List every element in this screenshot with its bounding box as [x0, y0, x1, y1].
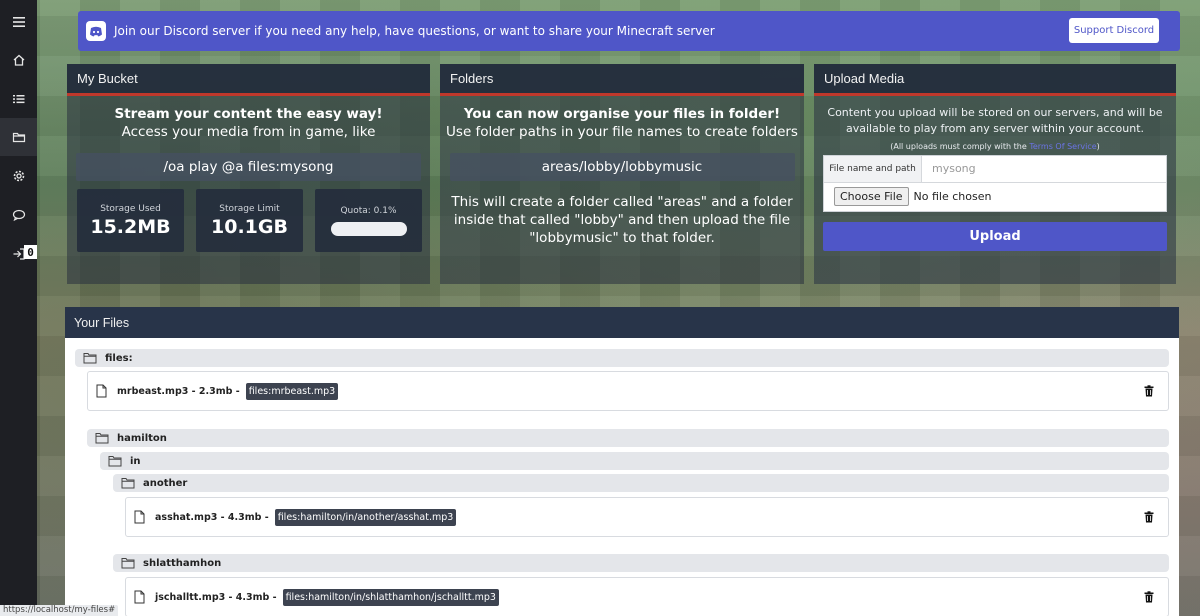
choose-file-button[interactable]: Choose File	[834, 187, 909, 207]
terms-of-service-link[interactable]: Terms Of Service	[1029, 142, 1096, 151]
folder-label: shlatthamhon	[143, 557, 222, 569]
file-icon	[134, 510, 145, 524]
home-icon[interactable]	[0, 41, 37, 79]
file-icon	[134, 590, 145, 604]
trash-icon[interactable]	[1144, 511, 1154, 523]
panel-title: Folders	[440, 64, 804, 96]
file-path-tag[interactable]: files:hamilton/in/shlatthamhon/jschalltt…	[282, 588, 499, 606]
storage-limit-card: Storage Limit 10.1GB	[196, 189, 303, 252]
file-item: jschalltt.mp3 - 4.3mb - files:hamilton/i…	[125, 577, 1169, 616]
folder-icon	[95, 433, 109, 444]
banner-text: Join our Discord server if you need any …	[114, 24, 715, 38]
sidebar: 0	[0, 0, 37, 616]
folders-headline: You can now organise your files in folde…	[463, 106, 781, 122]
bucket-headline: Stream your content the easy way!	[114, 106, 383, 122]
trash-icon[interactable]	[1144, 591, 1154, 603]
folder-path-example: areas/lobby/lobbymusic	[449, 153, 795, 181]
folder-icon	[121, 558, 135, 569]
panel-title: Your Files	[65, 307, 1179, 338]
folder-icon[interactable]	[0, 118, 37, 156]
folder-label: another	[143, 477, 188, 489]
trash-icon[interactable]	[1144, 385, 1154, 397]
folders-panel: Folders You can now organise your files …	[440, 64, 804, 284]
status-url: https://localhost/my-files#	[0, 605, 119, 616]
bucket-subline: Access your media from in game, like	[121, 124, 376, 140]
file-path-tag[interactable]: files:hamilton/in/another/asshat.mp3	[274, 508, 457, 526]
folder-row-hamilton[interactable]: hamilton	[87, 429, 1169, 447]
support-discord-button[interactable]: Support Discord	[1069, 18, 1159, 43]
file-name-label: File name and path	[824, 155, 922, 182]
folder-icon	[108, 456, 122, 467]
file-item: mrbeast.mp3 - 2.3mb - files:mrbeast.mp3	[87, 371, 1169, 411]
folders-subline: Use folder paths in your file names to c…	[446, 124, 798, 140]
folder-row-shlatthamhon[interactable]: shlatthamhon	[113, 554, 1169, 572]
folder-icon	[83, 353, 97, 364]
file-item: asshat.mp3 - 4.3mb - files:hamilton/in/a…	[125, 497, 1169, 537]
storage-used-value: 15.2MB	[90, 215, 171, 238]
notice-suffix: )	[1096, 141, 1100, 151]
file-icon	[96, 384, 107, 398]
folders-description: This will create a folder called "areas"…	[451, 194, 793, 247]
storage-limit-value: 10.1GB	[211, 215, 288, 238]
notification-badge: 0	[24, 245, 37, 259]
folder-row-another[interactable]: another	[113, 474, 1169, 492]
discord-banner: Join our Discord server if you need any …	[78, 11, 1180, 51]
storage-limit-label: Storage Limit	[219, 203, 280, 214]
quota-card: Quota: 0.1%	[315, 189, 422, 252]
file-name: jschalltt.mp3 - 4.3mb -	[155, 591, 277, 603]
file-path-tag[interactable]: files:mrbeast.mp3	[245, 382, 339, 400]
command-example: /oa play @a files:mysong	[76, 153, 421, 181]
folder-label: in	[130, 455, 141, 467]
my-bucket-panel: My Bucket Stream your content the easy w…	[67, 64, 430, 284]
upload-button[interactable]: Upload	[823, 221, 1167, 251]
folder-label: files:	[105, 352, 133, 364]
storage-used-card: Storage Used 15.2MB	[77, 189, 184, 252]
file-name: asshat.mp3 - 4.3mb -	[155, 511, 269, 523]
storage-used-label: Storage Used	[100, 203, 161, 214]
file-name: mrbeast.mp3 - 2.3mb -	[117, 385, 240, 397]
upload-media-panel: Upload Media Content you upload will be …	[814, 64, 1176, 284]
panel-title: Upload Media	[814, 64, 1176, 96]
list-icon[interactable]	[0, 80, 37, 118]
no-file-text: No file chosen	[913, 190, 992, 204]
upload-notice: (All uploads must comply with the Terms …	[814, 142, 1176, 151]
quota-label: Quota: 0.1%	[340, 205, 397, 216]
menu-icon[interactable]	[0, 3, 37, 41]
upload-intro: Content you upload will be stored on our…	[827, 106, 1163, 135]
folder-label: hamilton	[117, 432, 167, 444]
discord-icon	[86, 21, 106, 41]
notice-prefix: (All uploads must comply with the	[890, 141, 1030, 151]
folder-icon	[121, 478, 135, 489]
your-files-panel: Your Files files: mrbeast.mp3 - 2.3mb - …	[65, 307, 1179, 616]
file-name-input[interactable]: mysong	[922, 162, 976, 175]
folder-row-files[interactable]: files:	[75, 349, 1169, 367]
folder-row-in[interactable]: in	[100, 452, 1169, 470]
upload-form: File name and path mysong Choose File No…	[823, 154, 1167, 212]
chat-icon[interactable]	[0, 196, 37, 234]
panel-title: My Bucket	[67, 64, 430, 96]
quota-progress-bar	[330, 221, 407, 236]
gear-icon[interactable]	[0, 157, 37, 195]
